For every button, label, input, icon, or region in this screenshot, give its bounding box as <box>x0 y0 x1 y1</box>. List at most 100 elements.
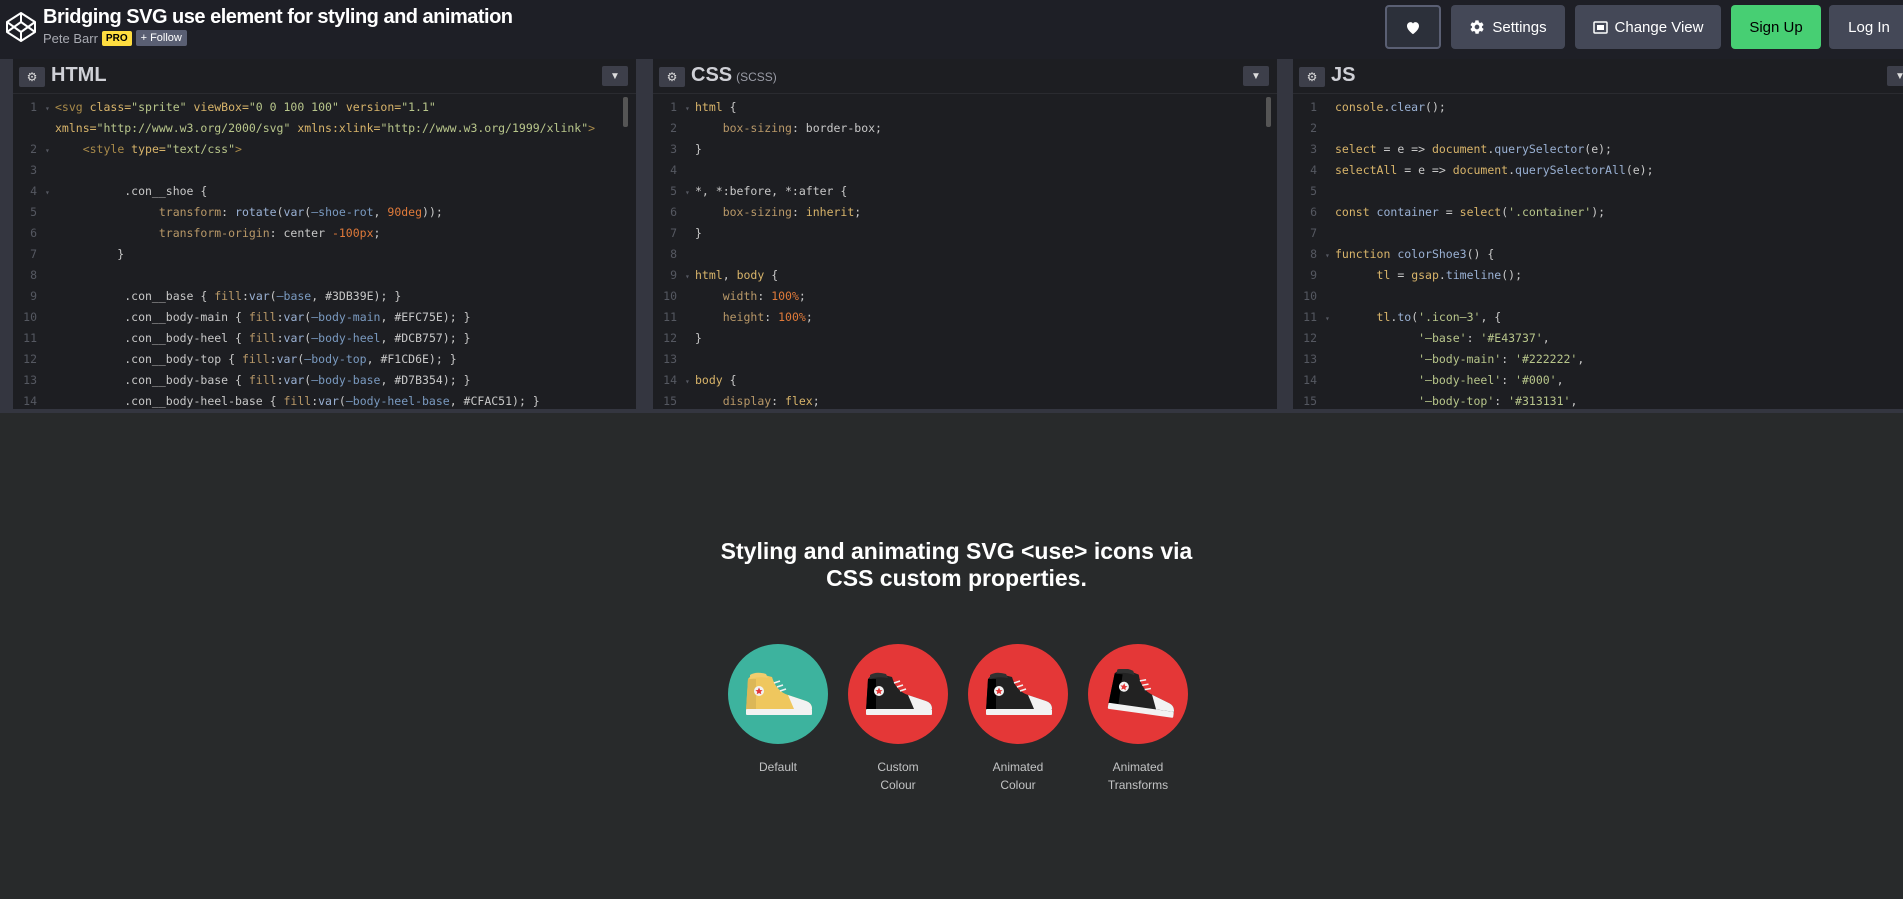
code-line[interactable]: xmlns="http://www.w3.org/2000/svg" xmlns… <box>13 118 636 139</box>
code-line[interactable]: 12 '—base': '#E43737', <box>1293 328 1903 349</box>
code-line[interactable]: 1 ▾ <svg class="sprite" viewBox="0 0 100 1… <box>13 97 636 118</box>
code-token: , <box>373 205 388 219</box>
code-line[interactable]: 5 transform: rotate(var(—shoe-rot, 90deg… <box>13 202 636 223</box>
code-line[interactable]: 5 ▾ *, *:before, *:after { <box>653 181 1277 202</box>
change-view-button[interactable]: Change View <box>1575 5 1721 49</box>
code-line[interactable]: 4 ▾ .con__shoe { <box>13 181 636 202</box>
code-line[interactable]: 4 selectAll = e => document.querySelector… <box>1293 160 1903 181</box>
code-line[interactable]: 3} <box>653 139 1277 160</box>
code-line[interactable]: 14 '—body-heel': '#000', <box>1293 370 1903 391</box>
js-code-editor[interactable]: 1 console.clear(); 2 3 select = e => documen… <box>1293 97 1903 409</box>
code-line[interactable]: 11 ▾ tl.to('.icon—3', { <box>1293 307 1903 328</box>
shoe-icon-caption: Animated Colour <box>966 758 1070 794</box>
code-line[interactable]: 7 } <box>13 244 636 265</box>
js-collapse-chevron-icon[interactable]: ▼ <box>1887 66 1903 86</box>
code-line[interactable]: 15 display: flex; <box>653 391 1277 409</box>
code-token: version= <box>338 100 402 114</box>
fold-arrow-icon[interactable]: ▾ <box>685 182 695 203</box>
caption-line-1: Default <box>758 760 798 774</box>
code-line[interactable]: 13 <box>653 349 1277 370</box>
codepen-logo-icon[interactable] <box>5 11 37 43</box>
css-scrollbar[interactable] <box>1266 97 1271 127</box>
code-line[interactable]: 14 ▾ body { <box>653 370 1277 391</box>
code-line[interactable]: 5 <box>1293 181 1903 202</box>
code-line[interactable]: 11 height: 100%; <box>653 307 1277 328</box>
css-code-editor[interactable]: 1 ▾ html {2 box-sizing: border-box; 3} 4 5 ▾ *,… <box>653 97 1277 409</box>
code-line[interactable]: 8 <box>653 244 1277 265</box>
code-line[interactable]: 10 .con__body-main { fill:var(—body-main… <box>13 307 636 328</box>
css-pane-header: ⚙ CSS (SCSS) ▼ <box>653 59 1277 94</box>
fold-arrow-icon[interactable]: ▾ <box>45 140 55 161</box>
fold-arrow-icon[interactable]: ▾ <box>45 182 55 203</box>
code-line[interactable]: 13 '—body-main': '#222222', <box>1293 349 1903 370</box>
code-line[interactable]: 14 .con__body-heel-base { fill:var(—body… <box>13 391 636 409</box>
code-line[interactable]: 6 const container = select('.container'); <box>1293 202 1903 223</box>
code-line[interactable]: 4 <box>653 160 1277 181</box>
follow-button[interactable]: + Follow <box>135 30 187 46</box>
css-collapse-chevron-icon[interactable]: ▼ <box>1243 66 1269 86</box>
code-line[interactable]: 12} <box>653 328 1277 349</box>
code-line[interactable]: 2 box-sizing: border-box; <box>653 118 1277 139</box>
code-token: .con__body-heel { <box>55 331 249 345</box>
code-line[interactable]: 7} <box>653 223 1277 244</box>
code-token: container <box>1369 205 1439 219</box>
code-line[interactable]: 12 .con__body-top { fill:var(—body-top, … <box>13 349 636 370</box>
code-token: { <box>764 268 779 282</box>
code-token: 90deg <box>387 205 423 219</box>
code-token: () { <box>1466 247 1495 261</box>
code-line[interactable]: 1 ▾ html { <box>653 97 1277 118</box>
code-line[interactable]: 6 transform-origin: center -100px; <box>13 223 636 244</box>
shoe-icon-item: Default <box>726 644 830 776</box>
code-token: —body-top <box>304 352 367 366</box>
code-token: : center <box>269 226 332 240</box>
css-settings-icon[interactable]: ⚙ <box>659 67 685 87</box>
code-token: , #CFAC51); } <box>449 394 540 408</box>
fold-arrow-icon[interactable]: ▾ <box>685 371 695 392</box>
code-token: { <box>722 100 737 114</box>
js-settings-icon[interactable]: ⚙ <box>1299 67 1325 87</box>
code-line[interactable]: 3 <box>13 160 636 181</box>
code-line[interactable]: 8 ▾ function colorShoe3() { <box>1293 244 1903 265</box>
code-line[interactable]: 13 .con__body-base { fill:var(—body-base… <box>13 370 636 391</box>
line-number: 15 <box>1303 394 1317 408</box>
line-number: 3 <box>670 142 677 156</box>
code-line[interactable]: 8 <box>13 265 636 286</box>
code-token: .con__shoe { <box>55 184 208 198</box>
html-code-editor[interactable]: 1 ▾ <svg class="sprite" viewBox="0 0 100 1… <box>13 97 636 409</box>
code-token: , #3DB39E); } <box>311 289 402 303</box>
code-line[interactable]: 3 select = e => document.querySelector(e)… <box>1293 139 1903 160</box>
code-line[interactable]: 9 tl = gsap.timeline(); <box>1293 265 1903 286</box>
code-line[interactable]: 11 .con__body-heel { fill:var(—body-heel… <box>13 328 636 349</box>
fold-arrow-icon[interactable]: ▾ <box>1325 245 1335 266</box>
code-line[interactable]: 1 console.clear(); <box>1293 97 1903 118</box>
code-line[interactable]: 7 <box>1293 223 1903 244</box>
fold-arrow-icon[interactable]: ▾ <box>685 266 695 287</box>
fold-arrow-icon[interactable]: ▾ <box>45 98 55 119</box>
log-in-button[interactable]: Log In <box>1829 5 1903 49</box>
code-line[interactable]: 15 '—body-top': '#313131', <box>1293 391 1903 409</box>
settings-button[interactable]: Settings <box>1451 5 1565 49</box>
code-line[interactable]: 6 box-sizing: inherit; <box>653 202 1277 223</box>
code-line[interactable]: 9 ▾ html, body { <box>653 265 1277 286</box>
code-line[interactable]: 10 <box>1293 286 1903 307</box>
fold-arrow-icon[interactable]: ▾ <box>685 98 695 119</box>
code-line[interactable]: 2 <box>1293 118 1903 139</box>
code-token: , #F1CD6E); } <box>366 352 457 366</box>
html-settings-icon[interactable]: ⚙ <box>19 67 45 87</box>
html-collapse-chevron-icon[interactable]: ▼ <box>602 66 628 86</box>
code-line[interactable]: 9 .con__base { fill:var(—base, #3DB39E);… <box>13 286 636 307</box>
heart-icon <box>1407 21 1419 34</box>
heart-button[interactable] <box>1385 5 1441 49</box>
line-number: 1 <box>30 100 37 114</box>
author-link[interactable]: Pete Barr <box>43 31 98 46</box>
code-line[interactable]: 2 ▾ <style type="text/css"> <box>13 139 636 160</box>
code-token: querySelector <box>1494 142 1585 156</box>
html-scrollbar[interactable] <box>623 97 628 127</box>
sign-up-button[interactable]: Sign Up <box>1731 5 1821 49</box>
shoe-icon-circle <box>728 644 828 744</box>
line-number: 12 <box>663 331 677 345</box>
code-token: html <box>695 268 723 282</box>
code-line[interactable]: 10 width: 100%; <box>653 286 1277 307</box>
fold-arrow-icon[interactable]: ▾ <box>1325 308 1335 329</box>
